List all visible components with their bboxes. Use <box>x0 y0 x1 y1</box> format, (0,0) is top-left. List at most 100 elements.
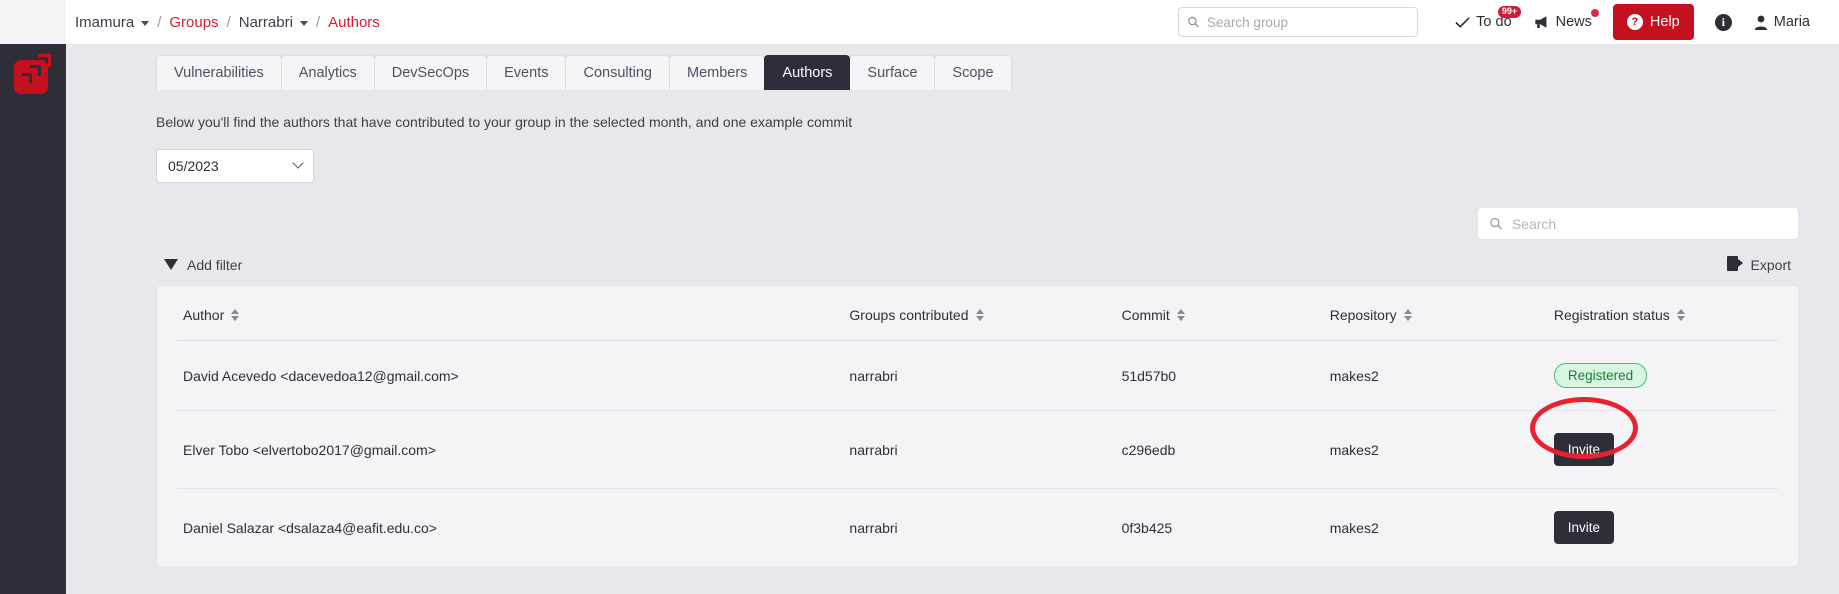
breadcrumb-item-groups[interactable]: Groups <box>169 14 218 31</box>
tab-consulting[interactable]: Consulting <box>565 55 670 90</box>
table-header-row: Author Groups contributed Commit Reposit… <box>177 286 1778 341</box>
cell-registration-status: Registered <box>1553 340 1778 411</box>
chevron-down-icon <box>299 20 308 26</box>
cell-repository: makes2 <box>1329 410 1554 489</box>
user-menu[interactable]: Maria <box>1743 0 1821 44</box>
invite-button[interactable]: Invite <box>1553 433 1614 466</box>
add-filter-label: Add filter <box>187 256 243 273</box>
todo-button[interactable]: To do 99+ <box>1444 0 1522 44</box>
column-header-repository[interactable]: Repository <box>1329 286 1554 341</box>
tab-events[interactable]: Events <box>486 55 567 90</box>
info-icon: i <box>1714 13 1732 31</box>
tab-bar: Vulnerabilities Analytics DevSecOps Even… <box>66 44 1839 90</box>
add-filter-button[interactable]: Add filter <box>164 257 242 273</box>
breadcrumb-separator: / <box>226 13 231 31</box>
cell-author: Elver Tobo <elvertobo2017@gmail.com> <box>177 410 850 489</box>
left-sidebar <box>0 0 66 594</box>
news-notification-dot <box>1590 9 1599 17</box>
app-root: Imamura / Groups / Narrabri / Authors Se… <box>0 0 1839 594</box>
table-search-box[interactable] <box>1477 207 1799 240</box>
cell-commit: c296edb <box>1121 410 1330 489</box>
column-header-groups-contributed[interactable]: Groups contributed <box>849 286 1122 341</box>
column-label-commit: Commit <box>1121 307 1170 323</box>
top-bar: Imamura / Groups / Narrabri / Authors Se… <box>66 0 1839 44</box>
sort-icon[interactable] <box>1176 309 1185 321</box>
info-button[interactable]: i <box>1704 0 1743 44</box>
breadcrumb: Imamura / Groups / Narrabri / Authors <box>66 14 380 31</box>
authors-table: Author Groups contributed Commit Reposit… <box>177 286 1778 566</box>
question-circle-icon: ? <box>1626 14 1643 30</box>
logo-bracket-inner-icon <box>22 73 32 83</box>
table-row: David Acevedo <dacevedoa12@gmail.com> na… <box>177 340 1778 411</box>
sort-icon[interactable] <box>975 309 984 321</box>
table-body: David Acevedo <dacevedoa12@gmail.com> na… <box>177 340 1778 567</box>
tab-analytics[interactable]: Analytics <box>280 55 375 90</box>
header-actions: To do 99+ News ? Help i <box>1178 0 1821 44</box>
table-actions-row: Add filter Export <box>156 256 1799 273</box>
file-export-icon <box>1726 256 1743 273</box>
export-label: Export <box>1750 256 1791 273</box>
tab-devsecops[interactable]: DevSecOps <box>373 55 488 90</box>
breadcrumb-item-org[interactable]: Imamura <box>75 13 150 31</box>
user-icon <box>1754 15 1767 30</box>
group-search-box[interactable] <box>1178 7 1419 37</box>
cell-registration-status: Invite <box>1529 397 1778 489</box>
tab-vulnerabilities[interactable]: Vulnerabilities <box>156 55 282 90</box>
group-search-input[interactable] <box>1206 14 1410 30</box>
column-header-commit[interactable]: Commit <box>1121 286 1330 341</box>
table-search-row <box>156 207 1799 240</box>
authors-panel: Below you'll find the authors that have … <box>66 90 1839 567</box>
cell-registration-status: Invite <box>1553 489 1778 567</box>
tab-scope[interactable]: Scope <box>934 55 1012 90</box>
app-logo[interactable] <box>0 44 66 106</box>
cell-repository: makes2 <box>1329 519 1379 536</box>
column-label-status: Registration status <box>1553 307 1670 323</box>
news-button[interactable]: News <box>1523 0 1603 44</box>
column-header-author[interactable]: Author <box>177 286 850 341</box>
breadcrumb-item-group[interactable]: Narrabri <box>239 14 308 31</box>
panel-description: Below you'll find the authors that have … <box>156 114 853 130</box>
tab-authors[interactable]: Authors <box>764 55 851 90</box>
invite-button[interactable]: Invite <box>1553 511 1614 544</box>
month-select-value: 05/2023 <box>168 158 219 174</box>
search-icon <box>1188 16 1199 28</box>
table-head: Author Groups contributed Commit Reposit… <box>177 286 1778 341</box>
column-label-repository: Repository <box>1329 307 1397 323</box>
sort-icon[interactable] <box>1403 309 1412 321</box>
help-button[interactable]: ? Help <box>1612 4 1694 40</box>
column-header-registration-status[interactable]: Registration status <box>1553 286 1778 341</box>
breadcrumb-group-label: Narrabri <box>238 13 293 31</box>
cell-author: David Acevedo <dacevedoa12@gmail.com> <box>177 340 850 411</box>
breadcrumb-separator: / <box>157 13 162 31</box>
news-label: News <box>1555 14 1592 30</box>
cell-groups: narrabri <box>849 410 1122 489</box>
help-label: Help <box>1649 14 1680 30</box>
todo-badge: 99+ <box>1498 6 1521 18</box>
chevron-down-icon <box>141 20 150 26</box>
sort-icon[interactable] <box>1676 309 1685 321</box>
check-icon <box>1455 16 1470 28</box>
status-badge: Registered <box>1553 363 1648 388</box>
breadcrumb-item-authors[interactable]: Authors <box>328 14 380 31</box>
breadcrumb-separator: / <box>315 13 321 31</box>
chevron-down-icon <box>292 157 304 169</box>
tab-members[interactable]: Members <box>669 55 766 90</box>
search-icon <box>1490 217 1502 230</box>
sort-icon[interactable] <box>231 309 240 321</box>
tab-surface[interactable]: Surface <box>849 55 936 90</box>
cell-author: Daniel Salazar <dsalaza4@eafit.edu.co> <box>183 519 437 536</box>
column-label-author: Author <box>183 307 225 323</box>
table-row: Daniel Salazar <dsalaza4@eafit.edu.co> n… <box>177 489 1778 567</box>
cell-groups: narrabri <box>849 519 898 536</box>
main-column: Imamura / Groups / Narrabri / Authors Se… <box>66 0 1839 594</box>
sidebar-top-spacer <box>0 0 66 44</box>
export-button[interactable]: Export <box>1726 256 1791 273</box>
user-label: Maria <box>1773 14 1810 30</box>
funnel-icon <box>164 259 178 270</box>
cell-repository: makes2 <box>1329 340 1554 411</box>
breadcrumb-org-label: Imamura <box>75 13 135 31</box>
month-select[interactable]: 05/2023 <box>156 149 314 183</box>
table-search-input[interactable] <box>1511 215 1787 232</box>
cell-commit: 0f3b425 <box>1121 519 1173 536</box>
table-row: Elver Tobo <elvertobo2017@gmail.com> nar… <box>177 397 1778 489</box>
